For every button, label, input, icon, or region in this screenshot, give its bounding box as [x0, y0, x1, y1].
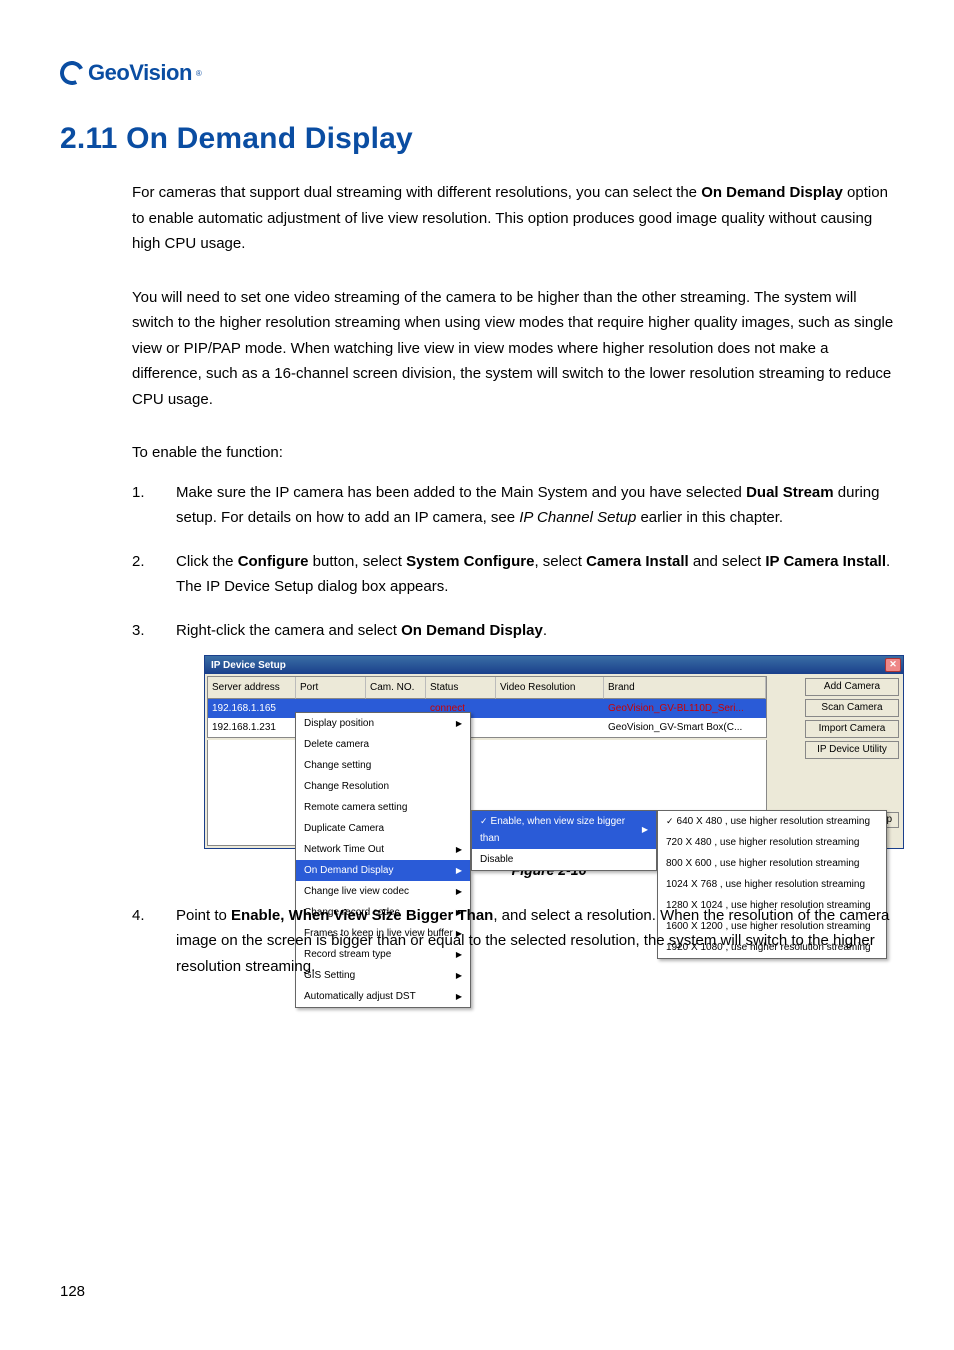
check-icon: Enable, when view size bigger than [480, 813, 642, 847]
device-grid[interactable]: Server address Port Cam. NO. Status Vide… [207, 676, 767, 738]
import-camera-button[interactable]: Import Camera [805, 720, 899, 738]
label: Duplicate Camera [304, 820, 384, 837]
res-800x600[interactable]: 800 X 600 , use higher resolution stream… [658, 853, 886, 874]
text: and select [689, 553, 766, 570]
label: Remote camera setting [304, 799, 407, 816]
chevron-right-icon: ▶ [456, 885, 462, 899]
step-4: Point to Enable, When View Size Bigger T… [132, 903, 894, 980]
add-camera-button[interactable]: Add Camera [805, 678, 899, 696]
chevron-right-icon: ▶ [456, 843, 462, 857]
text: earlier in this chapter. [636, 509, 783, 526]
chevron-right-icon: ▶ [642, 823, 648, 837]
dialog-title: IP Device Setup [211, 657, 286, 674]
lead-in: To enable the function: [132, 440, 894, 466]
ctx-delete-camera[interactable]: Delete camera [296, 734, 470, 755]
step-2: Click the Configure button, select Syste… [132, 549, 894, 600]
chevron-right-icon: ▶ [456, 990, 462, 1004]
step-3: Right-click the camera and select On Dem… [132, 618, 894, 883]
text: Point to [176, 907, 231, 924]
ctx-network-time-out[interactable]: Network Time Out ▶ [296, 839, 470, 860]
table-row[interactable]: 192.168.1.165 connect GeoVision_GV-BL110… [208, 699, 766, 718]
logo-icon [60, 61, 84, 85]
bold: Configure [238, 553, 309, 570]
label: 1024 X 768 , use higher resolution strea… [666, 876, 865, 893]
page-number: 128 [60, 1283, 85, 1300]
res-720x480[interactable]: 720 X 480 , use higher resolution stream… [658, 832, 886, 853]
bold: On Demand Display [401, 622, 543, 639]
submenu-enable: Enable, when view size bigger than▶ Disa… [471, 810, 657, 871]
grid-header: Server address Port Cam. NO. Status Vide… [208, 677, 766, 699]
label: Change setting [304, 757, 371, 774]
ip-device-utility-button[interactable]: IP Device Utility [805, 741, 899, 759]
scan-camera-button[interactable]: Scan Camera [805, 699, 899, 717]
intro-paragraph-1: For cameras that support dual streaming … [132, 180, 894, 257]
label: On Demand Display [304, 862, 393, 879]
dialog-titlebar[interactable]: IP Device Setup ✕ [205, 656, 903, 674]
cell-brand: GeoVision_GV-BL110D_Seri... [604, 699, 766, 718]
bold: Camera Install [586, 553, 689, 570]
logo-tm: ® [196, 69, 202, 78]
ctx-auto-adjust-dst[interactable]: Automatically adjust DST ▶ [296, 986, 470, 1007]
label: Change Resolution [304, 778, 389, 795]
col-brand[interactable]: Brand [604, 677, 766, 699]
label: 720 X 480 , use higher resolution stream… [666, 834, 859, 851]
ip-device-setup-dialog: IP Device Setup ✕ Server address Port Ca… [204, 655, 904, 849]
text: Right-click the camera and select [176, 622, 401, 639]
logo-text: GeoVision [88, 60, 192, 86]
bold: System Configure [406, 553, 534, 570]
bold: Enable, When View Size Bigger Than [231, 907, 493, 924]
label: 800 X 600 , use higher resolution stream… [666, 855, 859, 872]
intro-paragraph-2: You will need to set one video streaming… [132, 285, 894, 413]
bold: Dual Stream [746, 484, 834, 501]
cell-addr: 192.168.1.165 [208, 699, 296, 718]
col-server-address[interactable]: Server address [208, 677, 296, 699]
label: Automatically adjust DST [304, 988, 416, 1005]
label: Network Time Out [304, 841, 384, 858]
text: , select [534, 553, 586, 570]
ctx-change-setting[interactable]: Change setting [296, 755, 470, 776]
text: For cameras that support dual streaming … [132, 184, 701, 201]
res-1024x768[interactable]: 1024 X 768 , use higher resolution strea… [658, 874, 886, 895]
bold: On Demand Display [701, 184, 843, 201]
col-status[interactable]: Status [426, 677, 496, 699]
table-row[interactable]: 192.168.1.231 connect GeoVision_GV-Smart… [208, 718, 766, 737]
sub-disable[interactable]: Disable [472, 849, 656, 870]
text: Click the [176, 553, 238, 570]
ctx-remote-camera-setting[interactable]: Remote camera setting [296, 797, 470, 818]
step-1: Make sure the IP camera has been added t… [132, 480, 894, 531]
ctx-change-resolution[interactable]: Change Resolution [296, 776, 470, 797]
italic: IP Channel Setup [519, 509, 636, 526]
close-icon[interactable]: ✕ [885, 658, 901, 672]
ctx-display-position[interactable]: Display position ▶ [296, 713, 470, 734]
check-icon: 640 X 480 , use higher resolution stream… [666, 813, 870, 830]
label: Display position [304, 715, 374, 732]
label: Disable [480, 851, 513, 868]
sub-enable-bigger-than[interactable]: Enable, when view size bigger than▶ [472, 811, 656, 849]
brand-logo: GeoVision ® [60, 60, 894, 86]
text: Make sure the IP camera has been added t… [176, 484, 746, 501]
cell-brand: GeoVision_GV-Smart Box(C... [604, 718, 766, 737]
ctx-change-live-view-codec[interactable]: Change live view codec ▶ [296, 881, 470, 902]
cell-vres [496, 718, 604, 737]
chevron-right-icon: ▶ [456, 864, 462, 878]
ctx-on-demand-display[interactable]: On Demand Display ▶ [296, 860, 470, 881]
cell-vres [496, 699, 604, 718]
cell-addr: 192.168.1.231 [208, 718, 296, 737]
res-640x480[interactable]: 640 X 480 , use higher resolution stream… [658, 811, 886, 832]
bold: IP Camera Install [765, 553, 886, 570]
chevron-right-icon: ▶ [456, 717, 462, 731]
col-cam-no[interactable]: Cam. NO. [366, 677, 426, 699]
page-title: 2.11 On Demand Display [60, 122, 894, 156]
label: Change live view codec [304, 883, 409, 900]
ctx-duplicate-camera[interactable]: Duplicate Camera [296, 818, 470, 839]
col-port[interactable]: Port [296, 677, 366, 699]
label: Delete camera [304, 736, 369, 753]
col-video-res[interactable]: Video Resolution [496, 677, 604, 699]
text: . [543, 622, 547, 639]
text: button, select [309, 553, 407, 570]
